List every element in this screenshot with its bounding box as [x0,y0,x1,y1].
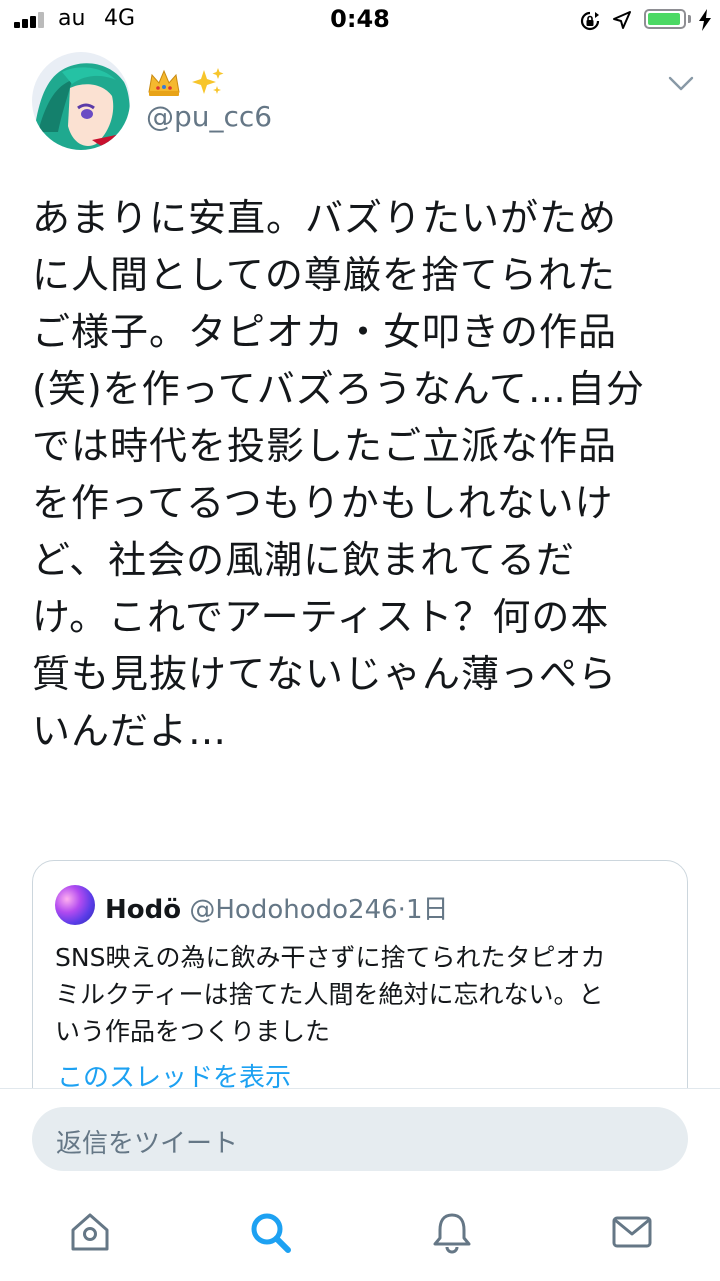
messages-icon[interactable] [610,1210,654,1254]
battery-cap [688,15,691,23]
quoted-timestamp: 1日 [405,895,449,925]
status-bar: au 4G 0:48 [0,0,720,40]
author-handle[interactable]: @pu_cc6 [146,100,272,133]
crown-icon [148,69,180,96]
home-icon[interactable] [68,1210,112,1254]
reply-input[interactable]: 返信をツイート [32,1107,688,1171]
notifications-icon[interactable] [430,1210,474,1254]
quoted-tweet-header: Hodö @Hodohodo246·1日 [105,889,448,926]
battery-icon [644,9,686,29]
tweet-text: あまりに安直。バズりたいがため に人間としての尊厳を捨てられた ご様子。タピオカ… [32,196,645,753]
chevron-down-icon[interactable] [668,76,694,92]
sparkles-icon [192,68,224,94]
dot-separator: · [397,895,406,925]
quoted-author-name: Hodö [105,895,182,925]
display-name-emoji [146,66,226,98]
charging-bolt-icon [699,9,711,31]
quoted-tweet-text: SNS映えの為に飲み干さずに捨てられたタピオカ ミルクティーは捨てた人間を絶対に… [55,943,606,1046]
search-icon[interactable] [248,1210,292,1254]
quoted-avatar[interactable] [55,885,95,925]
quoted-author-handle: @Hodohodo246 [189,895,398,925]
location-arrow-icon [613,11,631,29]
avatar[interactable] [32,52,130,150]
reply-placeholder: 返信をツイート [56,1129,239,1159]
rotation-lock-icon [580,11,600,31]
